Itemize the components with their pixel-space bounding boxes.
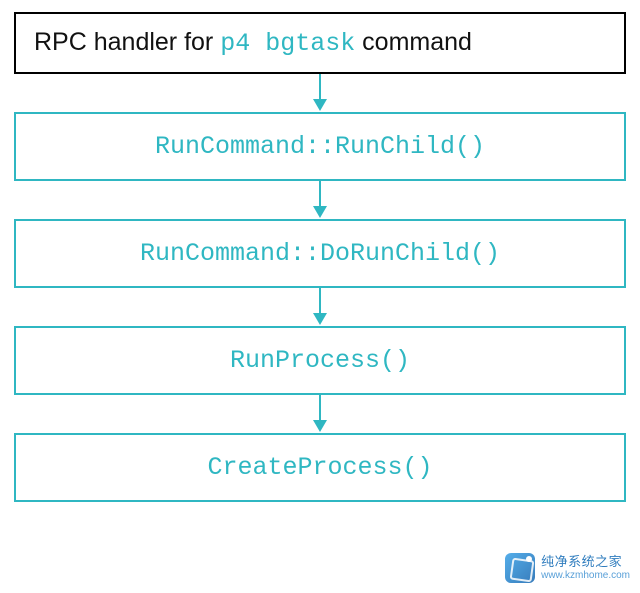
watermark-line1: 纯净系统之家 xyxy=(541,555,630,569)
step-box-createprocess: CreateProcess() xyxy=(14,433,626,502)
watermark-line2: www.kzmhome.com xyxy=(541,570,630,581)
arrow-down-icon xyxy=(313,288,327,326)
step-box-runchild: RunCommand::RunChild() xyxy=(14,112,626,181)
header-prefix: RPC handler for xyxy=(34,28,220,56)
header-code: p4 bgtask xyxy=(220,29,355,58)
watermark-icon xyxy=(505,553,535,583)
arrow-down-icon xyxy=(313,181,327,219)
arrow-down-icon xyxy=(313,74,327,112)
call-flow-diagram: RPC handler for p4 bgtask command RunCom… xyxy=(14,12,626,502)
step-label: RunCommand::DoRunChild() xyxy=(140,239,500,268)
step-box-runprocess: RunProcess() xyxy=(14,326,626,395)
watermark-text: 纯净系统之家 www.kzmhome.com xyxy=(541,555,630,580)
step-label: RunCommand::RunChild() xyxy=(155,132,485,161)
step-label: CreateProcess() xyxy=(207,453,432,482)
step-label: RunProcess() xyxy=(230,346,410,375)
step-box-header: RPC handler for p4 bgtask command xyxy=(14,12,626,74)
step-box-dorunchild: RunCommand::DoRunChild() xyxy=(14,219,626,288)
header-suffix: command xyxy=(355,28,472,56)
arrow-down-icon xyxy=(313,395,327,433)
watermark: 纯净系统之家 www.kzmhome.com xyxy=(505,553,630,583)
